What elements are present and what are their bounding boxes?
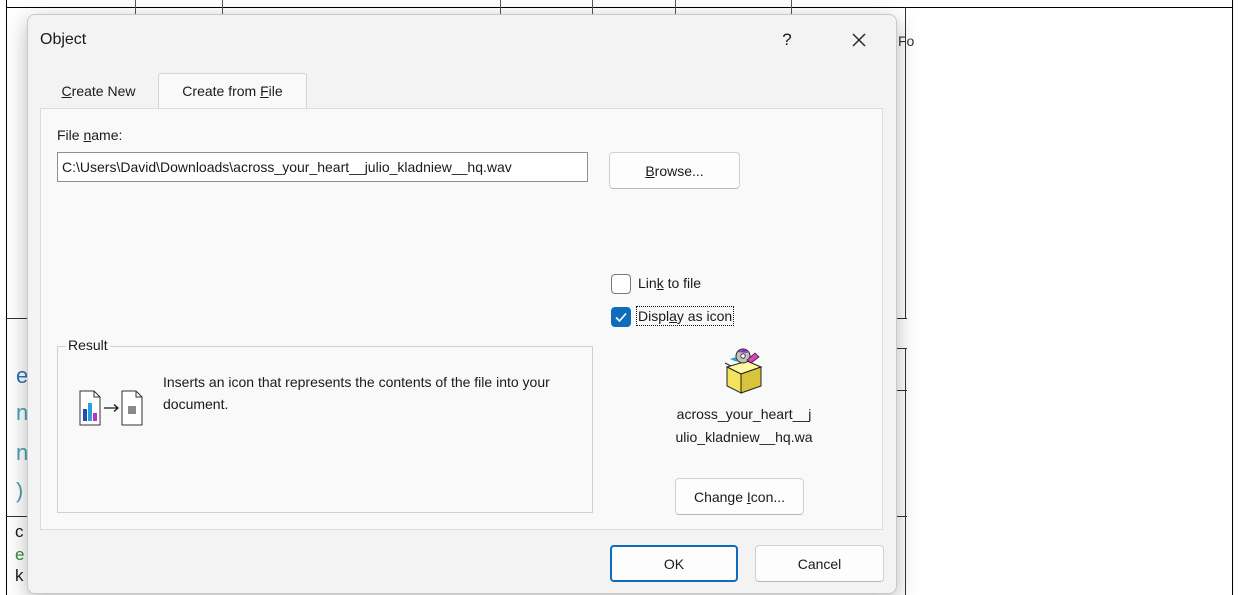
close-icon: [852, 33, 866, 47]
label-accesskey: k: [656, 275, 664, 291]
table-divider: [905, 348, 906, 595]
display-as-icon-option[interactable]: Display as icon: [611, 306, 781, 329]
tab-create-new[interactable]: Create New: [40, 75, 157, 109]
background-text: Fo: [898, 33, 915, 49]
link-to-file-label[interactable]: Link to file: [638, 275, 701, 291]
result-legend: Result: [66, 337, 110, 353]
table-row-line: [6, 516, 28, 517]
close-button[interactable]: [844, 25, 874, 55]
link-to-file-checkbox[interactable]: [611, 274, 631, 294]
table-divider: [791, 0, 792, 14]
tab-label-accesskey: C: [61, 83, 72, 99]
display-as-icon-checkbox[interactable]: [611, 307, 631, 327]
table-divider: [905, 7, 906, 319]
label-text: Displ: [638, 308, 670, 324]
table-border-right: [1232, 0, 1233, 595]
result-groupbox: Result Inserts an icon that represents t…: [57, 337, 593, 513]
dialog-title: Object: [40, 31, 87, 48]
result-description: Inserts an icon that represents the cont…: [163, 374, 550, 412]
table-divider: [675, 0, 676, 14]
table-row-line: [6, 318, 28, 319]
label-accesskey: a: [669, 308, 677, 324]
button-accesskey: B: [645, 163, 655, 179]
display-as-icon-label[interactable]: Display as icon: [635, 306, 735, 326]
background-letter: ): [16, 478, 24, 503]
checkmark-icon: [615, 312, 627, 323]
ok-button[interactable]: OK: [610, 545, 738, 582]
table-divider: [135, 0, 136, 14]
label-text: File: [57, 127, 84, 143]
link-to-file-option[interactable]: Link to file: [611, 274, 751, 296]
table-divider: [222, 0, 223, 14]
icon-caption-line: ulio_kladniew__hq.wa: [675, 429, 813, 445]
label-text: y as icon: [676, 308, 733, 324]
button-label: con...: [750, 489, 786, 505]
file-name-label: File name:: [57, 127, 122, 143]
tab-label-accesskey: F: [260, 83, 269, 99]
tab-label: ile: [268, 83, 283, 99]
icon-caption-line: across_your_heart__j: [676, 406, 812, 422]
button-label: rowse...: [654, 163, 704, 179]
table-border-left: [6, 0, 7, 595]
create-from-file-panel: File name: Browse... Link to file Displa…: [40, 108, 883, 530]
package-file-icon[interactable]: [721, 347, 765, 395]
tab-label: reate New: [71, 83, 136, 99]
tab-label: Create from: [182, 83, 261, 99]
label-text: to file: [663, 275, 702, 291]
background-letter: k: [15, 566, 24, 585]
background-letter: e: [15, 545, 25, 564]
table-divider: [592, 0, 593, 14]
help-button[interactable]: ?: [774, 27, 800, 53]
label-text: ame:: [91, 127, 123, 143]
button-label: Change: [693, 489, 747, 505]
object-dialog: Object ? Create New Create from File Fil…: [27, 14, 897, 594]
table-border-top: [6, 7, 1232, 8]
insert-as-icon-illustration-icon: [79, 390, 143, 426]
browse-button[interactable]: Browse...: [609, 152, 740, 189]
icon-caption: across_your_heart__j ulio_kladniew__hq.w…: [641, 403, 847, 449]
tab-create-from-file[interactable]: Create from File: [158, 73, 307, 110]
cancel-button[interactable]: Cancel: [755, 545, 884, 582]
label-text: Lin: [638, 275, 657, 291]
table-divider: [500, 0, 501, 14]
file-name-input[interactable]: [57, 152, 588, 182]
dialog-titlebar[interactable]: Object ?: [28, 15, 896, 67]
background-letter: c: [15, 522, 24, 541]
change-icon-button[interactable]: Change Icon...: [675, 478, 804, 515]
